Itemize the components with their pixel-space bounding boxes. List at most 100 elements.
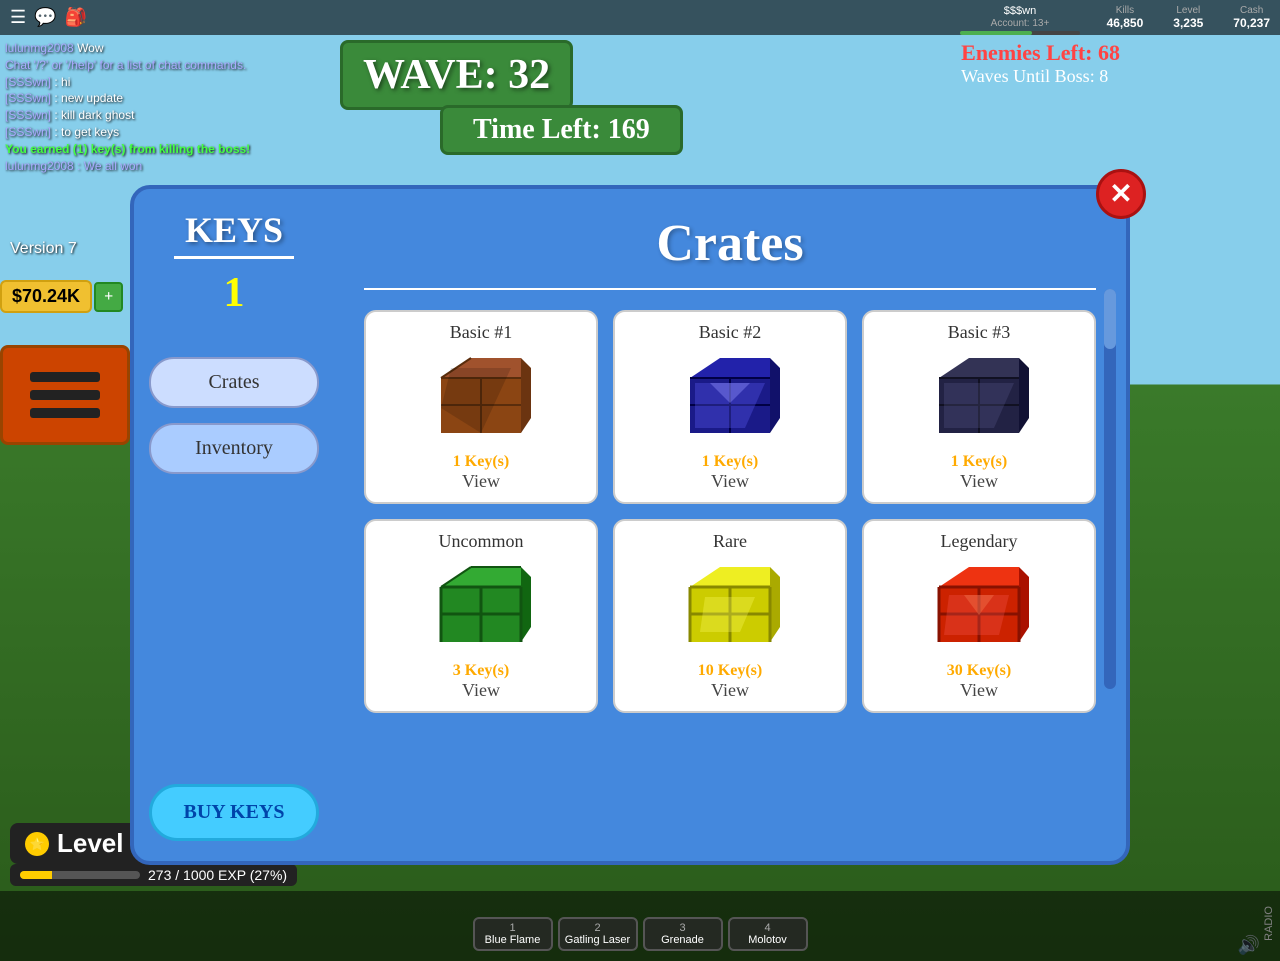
exp-bar-container: 273 / 1000 EXP (27%) (10, 864, 297, 886)
chat-msg-4: : to get keys (54, 125, 119, 139)
chat-username-4: [SSSwn] (5, 125, 51, 139)
crate-uncommon-visual (421, 557, 541, 657)
crate-basic2-name: Basic #2 (625, 322, 835, 343)
crate-basic2-view[interactable]: View (625, 471, 835, 492)
crate-uncommon-keys: 3 Key(s) (376, 662, 586, 680)
hud-right: Kills 46,850 Level 3,235 Cash 70,237 (1107, 5, 1270, 30)
crate-rare-view[interactable]: View (625, 680, 835, 701)
chat-username-2: [SSSwn] (5, 91, 51, 105)
chat-earned: You earned (1) key(s) from killing the b… (5, 141, 335, 158)
chat-line-1: [SSSwn] : hi (5, 74, 335, 91)
wave-info: Enemies Left: 68 Waves Until Boss: 8 (961, 40, 1120, 87)
chat-msg-2: : new update (54, 91, 123, 105)
money-display: $70.24K + (0, 280, 123, 313)
crate-legendary[interactable]: Legendary 30 Key(s) View (862, 519, 1096, 713)
buy-keys-button[interactable]: BUY KEYS (149, 784, 319, 841)
crate-basic2[interactable]: Basic #2 1 Key(s) View (613, 310, 847, 504)
weapon-slot-1[interactable]: 1 Blue Flame (473, 917, 553, 951)
slot-num-4: 4 (733, 922, 803, 934)
crate-basic1-name: Basic #1 (376, 322, 586, 343)
close-button[interactable]: ✕ (1096, 169, 1146, 219)
weapon-slot-4[interactable]: 4 Molotov (728, 917, 808, 951)
slot-num-2: 2 (563, 922, 633, 934)
crates-modal: ✕ KEYS 1 Crates Inventory BUY KEYS Crate… (130, 185, 1130, 865)
scroll-bar[interactable] (1104, 289, 1116, 689)
exp-bar (20, 871, 140, 879)
money-badge: $70.24K (0, 280, 92, 313)
time-banner: Time Left: 169 (440, 105, 683, 155)
cash-value: 70,237 (1233, 16, 1270, 30)
chat-msg-0: Wow (77, 41, 103, 55)
level-value: 3,235 (1173, 16, 1203, 30)
crate-basic2-keys: 1 Key(s) (625, 453, 835, 471)
waves-boss: Waves Until Boss: 8 (961, 66, 1120, 87)
chat-username-3: [SSSwn] (5, 108, 51, 122)
level-stat: Level 3,235 (1173, 5, 1203, 30)
keys-count: 1 (174, 269, 294, 317)
kills-label: Kills (1107, 5, 1144, 16)
menu-icon[interactable]: ☰ (10, 7, 26, 28)
crate-rare[interactable]: Rare 10 Key(s) View (613, 519, 847, 713)
chat-msg-5: : We all won (77, 159, 142, 173)
weapon-slots: 1 Blue Flame 2 Gatling Laser 3 Grenade 4… (0, 917, 1280, 956)
modal-title: Crates (364, 214, 1096, 273)
crate-basic3-view[interactable]: View (874, 471, 1084, 492)
crate-basic3[interactable]: Basic #3 1 Key(s) View (862, 310, 1096, 504)
crate-legendary-view[interactable]: View (874, 680, 1084, 701)
weapon-name-4: Molotov (733, 934, 803, 946)
keys-title: KEYS (174, 209, 294, 259)
hamburger-line-1 (30, 372, 100, 382)
keys-section: KEYS 1 (174, 209, 294, 317)
crate-legendary-visual (919, 557, 1039, 657)
chat-line-4: [SSSwn] : to get keys (5, 124, 335, 141)
hamburger-line-3 (30, 408, 100, 418)
chat-msg-3: : kill dark ghost (54, 108, 134, 122)
weapon-name-3: Grenade (648, 934, 718, 946)
weapon-name-1: Blue Flame (478, 934, 548, 946)
nav-inventory-button[interactable]: Inventory (149, 423, 319, 474)
crate-legendary-name: Legendary (874, 531, 1084, 552)
money-plus: + (94, 282, 123, 312)
weapon-name-2: Gatling Laser (563, 934, 633, 946)
account-info: $$$wn Account: 13+ (960, 5, 1080, 35)
chat-msg-1: : hi (54, 75, 70, 89)
level-label: Level (1173, 5, 1203, 16)
modal-content: Crates Basic #1 1 Key(s) View (334, 189, 1126, 861)
top-hud: ☰ 💬 🎒 $$$wn Account: 13+ Kills 46,850 Le… (0, 0, 1280, 35)
cash-stat: Cash 70,237 (1233, 5, 1270, 30)
chat-area: lulunmg2008 Wow Chat '/?' or '/help' for… (0, 35, 340, 179)
wave-text: WAVE: 32 (340, 40, 573, 110)
chat-line-2: [SSSwn] : new update (5, 90, 335, 107)
scroll-thumb[interactable] (1104, 289, 1116, 349)
exp-fill (20, 871, 52, 879)
kills-value: 46,850 (1107, 16, 1144, 30)
chat-username-1: [SSSwn] (5, 75, 51, 89)
enemies-left: Enemies Left: 68 (961, 40, 1120, 66)
crate-basic3-visual (919, 348, 1039, 448)
crate-basic1[interactable]: Basic #1 1 Key(s) View (364, 310, 598, 504)
crate-basic3-name: Basic #3 (874, 322, 1084, 343)
crate-uncommon-view[interactable]: View (376, 680, 586, 701)
chat-icon[interactable]: 💬 (34, 7, 56, 28)
slot-num-1: 1 (478, 922, 548, 934)
hamburger-line-2 (30, 390, 100, 400)
account-progress-bar (960, 31, 1080, 35)
crate-uncommon[interactable]: Uncommon 3 Key(s) View (364, 519, 598, 713)
account-progress-fill (960, 31, 1032, 35)
hud-left: ☰ 💬 🎒 (10, 7, 87, 28)
weapon-slot-3[interactable]: 3 Grenade (643, 917, 723, 951)
nav-crates-button[interactable]: Crates (149, 357, 319, 408)
inventory-icon[interactable]: 🎒 (65, 7, 87, 28)
account-name: $$$wn (1004, 5, 1036, 17)
crate-basic1-view[interactable]: View (376, 471, 586, 492)
chat-username-0: lulunmg2008 (5, 41, 74, 55)
crate-uncommon-name: Uncommon (376, 531, 586, 552)
modal-divider (364, 288, 1096, 290)
exp-text: 273 / 1000 EXP (27%) (148, 867, 287, 883)
chat-username-5: lulunmg2008 (5, 159, 74, 173)
bottom-hud: 1 Blue Flame 2 Gatling Laser 3 Grenade 4… (0, 891, 1280, 961)
hamburger-button[interactable] (0, 345, 130, 445)
crate-rare-visual (670, 557, 790, 657)
crate-legendary-keys: 30 Key(s) (874, 662, 1084, 680)
weapon-slot-2[interactable]: 2 Gatling Laser (558, 917, 638, 951)
